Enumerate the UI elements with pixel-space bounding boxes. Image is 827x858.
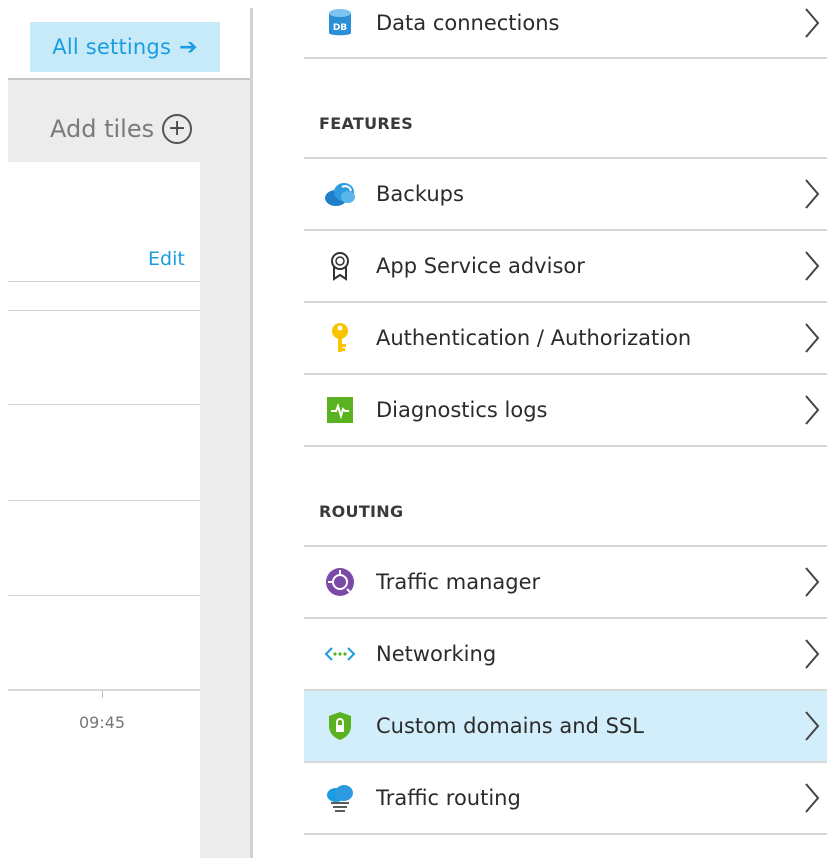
networking-icon (324, 638, 356, 670)
menu-item-label: Networking (376, 642, 497, 666)
menu-item-label: App Service advisor (376, 254, 585, 278)
arrow-right-icon: ➔ (179, 34, 198, 60)
edit-link[interactable]: Edit (148, 248, 185, 270)
menu-divider (304, 445, 827, 447)
chart-axis-label: 09:45 (79, 713, 126, 732)
blade-separator (250, 8, 253, 858)
menu-item-label: Traffic routing (376, 786, 521, 810)
plus-circle-icon: + (162, 114, 193, 144)
chevron-right-icon (805, 323, 820, 353)
add-tiles-button[interactable]: Add tiles + (50, 108, 193, 150)
chevron-right-icon (805, 251, 820, 281)
traffic-routing-icon (324, 782, 356, 814)
diagnostics-pulse-icon (324, 394, 356, 426)
menu-item-label: Traffic manager (376, 570, 541, 594)
chart-gridline (8, 404, 200, 405)
menu-divider (304, 57, 827, 59)
chart-x-axis (8, 689, 200, 691)
menu-item-custom-domains-ssl[interactable]: Custom domains and SSL (304, 691, 827, 761)
chart-gridline (8, 281, 200, 282)
menu-item-networking[interactable]: Networking (304, 619, 827, 689)
menu-item-backups[interactable]: Backups (304, 159, 827, 229)
menu-item-label: Authentication / Authorization (376, 326, 692, 350)
menu-divider (304, 833, 827, 835)
cloud-backup-icon (324, 178, 356, 210)
menu-item-app-service-advisor[interactable]: App Service advisor (304, 231, 827, 301)
section-header-features: FEATURES (319, 114, 414, 133)
chevron-right-icon (805, 711, 820, 741)
database-icon: DB (324, 7, 356, 39)
section-header-routing: ROUTING (319, 502, 404, 521)
chevron-right-icon (805, 395, 820, 425)
menu-item-traffic-routing[interactable]: Traffic routing (304, 763, 827, 833)
chevron-right-icon (805, 639, 820, 669)
add-tiles-label: Add tiles (50, 115, 155, 143)
left-blade: All settings ➔ Add tiles + Edit 09:45 (0, 0, 250, 858)
chart-gridline (8, 500, 200, 501)
menu-item-label: Data connections (376, 11, 560, 35)
chart-gridline (8, 310, 200, 311)
traffic-manager-icon (324, 566, 356, 598)
menu-item-authentication[interactable]: Authentication / Authorization (304, 303, 827, 373)
key-icon (324, 322, 356, 354)
chevron-right-icon (805, 567, 820, 597)
advisor-ribbon-icon (324, 250, 356, 282)
menu-item-data-connections[interactable]: DB Data connections (304, 0, 827, 58)
chart-axis-tick (102, 691, 103, 698)
menu-item-label: Custom domains and SSL (376, 714, 644, 738)
ssl-shield-icon (324, 710, 356, 742)
menu-item-label: Diagnostics logs (376, 398, 548, 422)
menu-item-traffic-manager[interactable]: Traffic manager (304, 547, 827, 617)
menu-item-label: Backups (376, 182, 464, 206)
svg-text:DB: DB (333, 23, 347, 33)
chevron-right-icon (805, 783, 820, 813)
chart-gridline (8, 595, 200, 596)
menu-item-diagnostics-logs[interactable]: Diagnostics logs (304, 375, 827, 445)
all-settings-label: All settings (52, 35, 172, 59)
chevron-right-icon (805, 8, 820, 38)
chevron-right-icon (805, 179, 820, 209)
all-settings-button[interactable]: All settings ➔ (30, 22, 220, 72)
